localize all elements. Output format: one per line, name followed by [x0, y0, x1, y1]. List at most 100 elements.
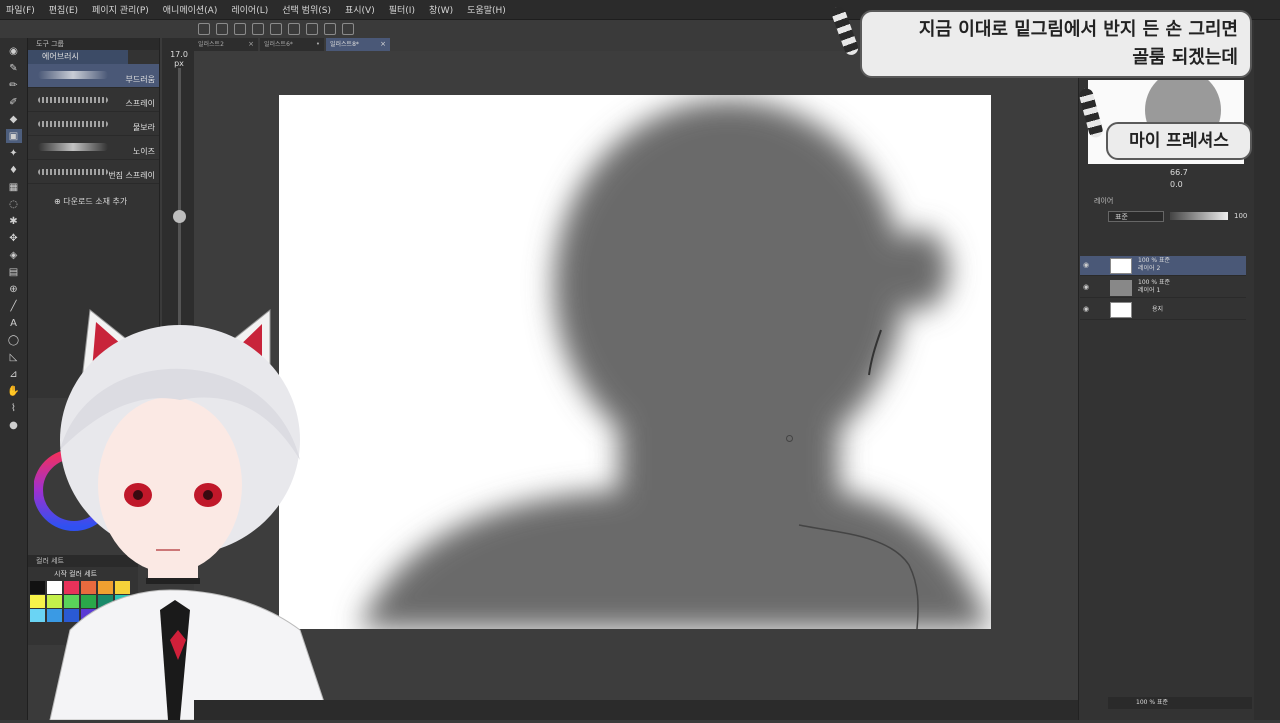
fill-icon[interactable] [324, 23, 336, 35]
document-tabs: 일러스트2 × 일러스트6* • 일러스트8* × [194, 38, 394, 51]
layer-panel-header: 레이어 [1080, 196, 1250, 208]
layer-name: 용지 [1152, 306, 1164, 313]
layer-row-paper[interactable]: ◉ 용지 [1080, 300, 1246, 320]
layer-mode: 100 % 표준 [1138, 257, 1171, 264]
status-bar [194, 700, 1078, 720]
subtitle-bubble: 지금 이대로 밑그림에서 반지 든 손 그리면 골룸 되겠는데 [860, 10, 1252, 78]
subtitle-bubble-small: 마이 프레셔스 [1106, 122, 1252, 160]
menu-animation[interactable]: 애니메이션(A) [163, 3, 218, 16]
layer-row-1[interactable]: ◉ 100 % 표준 레이어 1 [1080, 278, 1246, 298]
avatar [30, 300, 350, 721]
subtool-tab-airbrush[interactable]: 에어브러시 [28, 50, 128, 64]
airbrush-tool-icon[interactable]: ▣ [5, 129, 22, 143]
menu-layer[interactable]: 레이어(L) [231, 3, 268, 16]
menu-filter[interactable]: 필터(I) [389, 3, 415, 16]
layer-meta: 100 % 표준 레이어 2 [1138, 257, 1170, 273]
opacity-value: 100 [1234, 212, 1248, 220]
add-material-button[interactable]: ⊕ 다운로드 소재 추가 [28, 196, 159, 207]
transform-icon[interactable] [306, 23, 318, 35]
eraser-tool-icon[interactable]: ◆ [6, 112, 22, 126]
brush-stroke-preview [38, 121, 108, 127]
line-tool-icon[interactable]: ╱ [6, 299, 22, 313]
brush-stroke-preview [38, 71, 108, 79]
size-knob[interactable] [173, 210, 186, 223]
brush-spray[interactable]: 스프레이 [28, 88, 159, 112]
frame-tool-icon[interactable]: ◺ [6, 350, 22, 364]
open-icon[interactable] [216, 23, 228, 35]
rotation-value[interactable]: 0.0 [1170, 180, 1183, 189]
gradient-tool-icon[interactable]: ▤ [6, 265, 22, 279]
eyedropper-tool-icon[interactable]: ⌇ [6, 401, 22, 415]
menu-page[interactable]: 페이지 관리(P) [92, 3, 149, 16]
move-tool-icon[interactable]: ✥ [6, 231, 22, 245]
subtitle-line-1: 지금 이대로 밑그림에서 반지 든 손 그리면 [918, 19, 1238, 40]
hand-tool-icon[interactable]: ✋ [6, 384, 22, 398]
decoration-tool-icon[interactable]: ✦ [6, 146, 22, 160]
clear-icon[interactable] [288, 23, 300, 35]
pen-tool-icon[interactable]: ✎ [6, 61, 22, 75]
lasso-tool-icon[interactable]: ◌ [6, 197, 22, 211]
menu-edit[interactable]: 편집(E) [49, 3, 78, 16]
balloon-tool-icon[interactable]: ◯ [6, 333, 22, 347]
drawing-canvas[interactable] [279, 95, 991, 629]
blend-tool-icon[interactable]: ♦ [6, 163, 22, 177]
doc-tab-2[interactable]: 일러스트6* • [260, 38, 324, 51]
menu-window[interactable]: 창(W) [429, 3, 453, 16]
eye-icon[interactable]: ◉ [1083, 283, 1089, 291]
sketch-silhouette [359, 100, 991, 629]
layer-row-2[interactable]: ◉ 100 % 표준 레이어 2 [1080, 256, 1246, 276]
ruler-tool-icon[interactable]: ⊿ [6, 367, 22, 381]
layer-name: 레이어 1 [1138, 287, 1161, 294]
layer-meta: 100 % 표준 레이어 1 [1138, 279, 1170, 295]
close-icon[interactable]: • [316, 38, 320, 51]
pencil-tool-icon[interactable]: ✏ [6, 78, 22, 92]
layer-panel-title: 레이어 [1094, 197, 1114, 205]
tool-rail: ◉ ✎ ✏ ✐ ◆ ▣ ✦ ♦ ▦ ◌ ✱ ✥ ◈ ▤ ⊕ ╱ A ◯ ◺ ⊿ … [0, 38, 28, 720]
brush-soft[interactable]: 부드러움 [28, 64, 159, 88]
brush-label: 스프레이 [125, 99, 155, 108]
close-icon[interactable]: × [248, 38, 254, 51]
save-icon[interactable] [234, 23, 246, 35]
brush-splash[interactable]: 물보라 [28, 112, 159, 136]
brush-blur-spray[interactable]: 번짐 스프레이 [28, 160, 159, 184]
right-icon-strip [1254, 20, 1280, 720]
layer-thumb [1110, 302, 1132, 318]
doc-tab-3[interactable]: 일러스트8* × [326, 38, 390, 51]
avatar-illustration [49, 308, 331, 721]
settings-icon[interactable] [342, 23, 354, 35]
menu-help[interactable]: 도움말(H) [467, 3, 506, 16]
subtool-group-label: 도구 그룹 [28, 38, 159, 50]
auto-select-icon[interactable]: ✱ [6, 214, 22, 228]
eye-icon[interactable]: ◉ [1083, 261, 1089, 269]
layer-meta: 용지 [1138, 306, 1163, 314]
close-icon[interactable]: × [380, 38, 386, 51]
brush-label: 부드러움 [125, 75, 155, 84]
operation-tool-icon[interactable]: ⊕ [6, 282, 22, 296]
zoom-tool-icon[interactable]: ◉ [6, 44, 22, 58]
menu-view[interactable]: 표시(V) [345, 3, 375, 16]
add-material-label: 다운로드 소재 추가 [63, 197, 128, 206]
brush-tool-icon[interactable]: ✐ [6, 95, 22, 109]
figure-tool-icon[interactable]: ▦ [6, 180, 22, 194]
text-tool-icon[interactable]: A [6, 316, 22, 330]
blend-mode-select[interactable]: 표준 [1108, 210, 1164, 222]
brush-noise[interactable]: 노이즈 [28, 136, 159, 160]
doc-tab-1[interactable]: 일러스트2 × [194, 38, 258, 51]
zoom-value[interactable]: 66.7 [1170, 168, 1188, 177]
navigator-controls: 66.7 0.0 [1082, 168, 1252, 192]
bottom-layer-row[interactable]: 100 % 표준 [1108, 697, 1252, 709]
fill-tool-icon[interactable]: ◈ [6, 248, 22, 262]
layer-thumb [1110, 280, 1132, 296]
undo-icon[interactable] [252, 23, 264, 35]
menu-selection[interactable]: 선택 범위(S) [282, 3, 331, 16]
new-icon[interactable] [198, 23, 210, 35]
eye-icon[interactable]: ◉ [1083, 305, 1089, 313]
layer-mode: 100 % 표준 [1138, 279, 1171, 286]
redo-icon[interactable] [270, 23, 282, 35]
brush-stroke-preview [38, 143, 108, 151]
opacity-slider[interactable] [1170, 212, 1228, 220]
brush-stroke-preview [38, 97, 108, 103]
menu-file[interactable]: 파일(F) [6, 3, 35, 16]
color-circle-icon[interactable]: ● [6, 418, 22, 432]
doc-tab-label: 일러스트8* [330, 41, 359, 48]
